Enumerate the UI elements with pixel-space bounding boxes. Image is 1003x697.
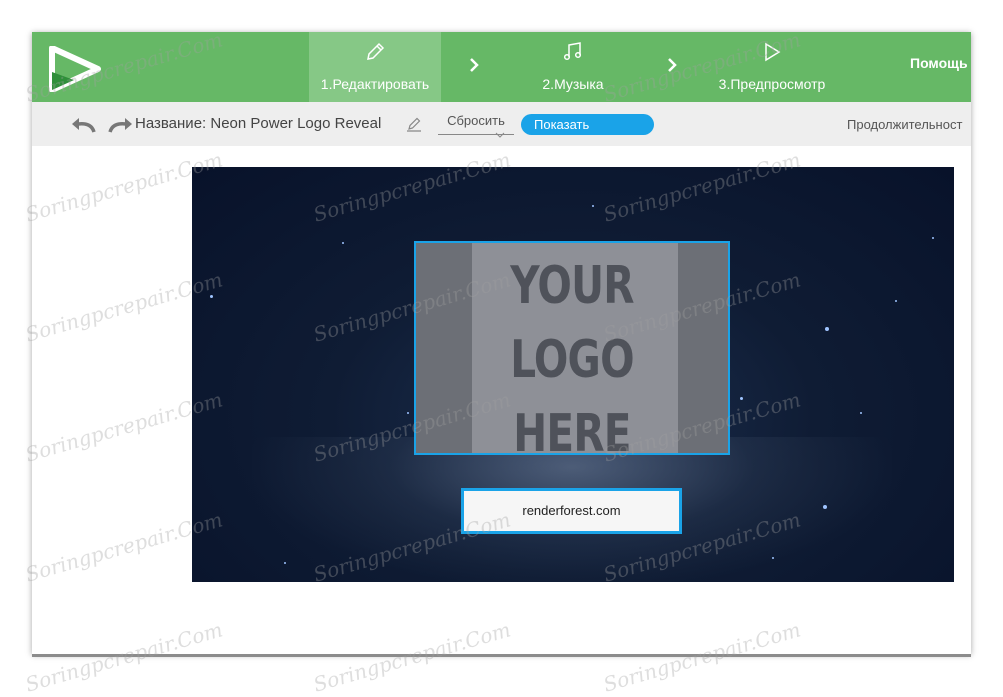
logo-placeholder[interactable]: YOUR LOGO HERE [414,241,730,464]
logo-word: HERE [513,404,631,464]
app-logo-icon[interactable] [46,46,102,92]
app-window: 1.Редактировать 2.Музыка 3.Предпросмотр … [32,32,971,654]
project-title: Название: Neon Power Logo Reveal [135,115,382,132]
url-text-field[interactable]: renderforest.com [461,488,682,534]
particle [823,505,827,509]
help-link[interactable]: Помощь [910,55,968,71]
logo-word: YOUR [510,256,634,316]
url-text: renderforest.com [522,503,621,518]
logo-placeholder-text: YOUR LOGO HERE [450,249,693,471]
particle [284,562,286,564]
top-navigation-bar: 1.Редактировать 2.Музыка 3.Предпросмотр … [32,32,971,102]
edit-title-icon[interactable] [406,116,422,132]
video-preview[interactable]: YOUR LOGO HERE renderforest.com [192,167,954,582]
particle [932,237,934,239]
particle [210,295,213,298]
step-preview-tab[interactable]: 3.Предпросмотр [702,32,842,102]
particle [407,412,409,414]
chevron-right-icon [470,58,479,72]
particle [772,557,774,559]
editor-toolbar: Название: Neon Power Logo Reveal Сбросит… [32,102,971,146]
step-edit-tab[interactable]: 1.Редактировать [309,32,441,102]
particle [825,327,829,331]
particle [895,300,897,302]
show-button[interactable]: Показать [521,114,654,135]
particle [592,205,594,207]
step-music-label: 2.Музыка [542,76,604,92]
particle [342,242,344,244]
particle [860,412,862,414]
chevron-right-icon [668,58,677,72]
step-preview-label: 3.Предпросмотр [718,76,826,92]
undo-icon[interactable] [70,114,96,134]
chevron-down-icon [495,132,505,138]
step-edit-label: 1.Редактировать [320,76,430,92]
step-music-tab[interactable]: 2.Музыка [512,32,634,102]
particle [740,397,743,400]
redo-icon[interactable] [108,114,134,134]
music-note-icon [563,42,582,61]
bottom-divider [32,654,971,657]
logo-word: LOGO [510,330,634,390]
duration-label: Продолжительност [847,117,963,132]
play-icon [765,42,781,62]
pencil-icon [367,42,385,60]
